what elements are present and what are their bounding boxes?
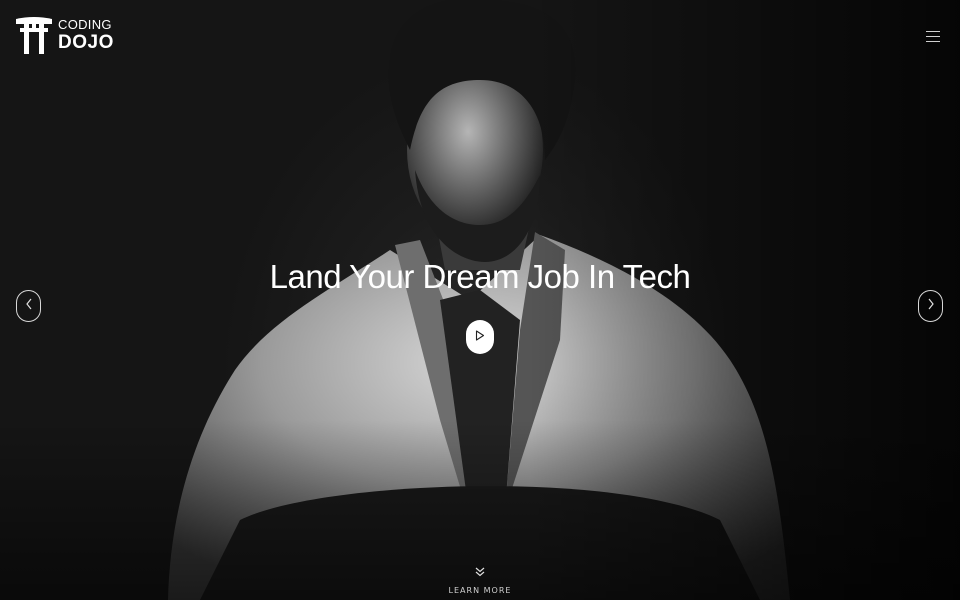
play-icon	[475, 328, 485, 346]
hero-headline: Land Your Dream Job In Tech	[269, 258, 691, 295]
menu-bar	[926, 36, 940, 37]
menu-bar	[926, 41, 940, 42]
learn-more-label: LEARN MORE	[448, 586, 512, 595]
hamburger-menu-icon[interactable]	[926, 31, 940, 43]
carousel-prev-button[interactable]	[16, 290, 41, 322]
chevron-right-icon	[927, 297, 935, 315]
logo-text-coding: CODING	[58, 17, 112, 32]
carousel-next-button[interactable]	[918, 290, 943, 322]
hero-section: CODING DOJO Land Your Dream Job In Tech	[0, 0, 960, 600]
hero-background-photo	[0, 0, 960, 600]
menu-bar	[926, 31, 940, 32]
double-chevron-down-icon	[475, 564, 485, 582]
play-video-button[interactable]	[466, 320, 494, 354]
logo-text-dojo: DOJO	[58, 32, 114, 53]
coding-dojo-logo[interactable]: CODING DOJO	[16, 16, 114, 54]
chevron-left-icon	[25, 297, 33, 315]
learn-more-link[interactable]: LEARN MORE	[0, 564, 960, 595]
torii-gate-icon	[16, 16, 52, 54]
logo-text: CODING DOJO	[58, 18, 114, 52]
